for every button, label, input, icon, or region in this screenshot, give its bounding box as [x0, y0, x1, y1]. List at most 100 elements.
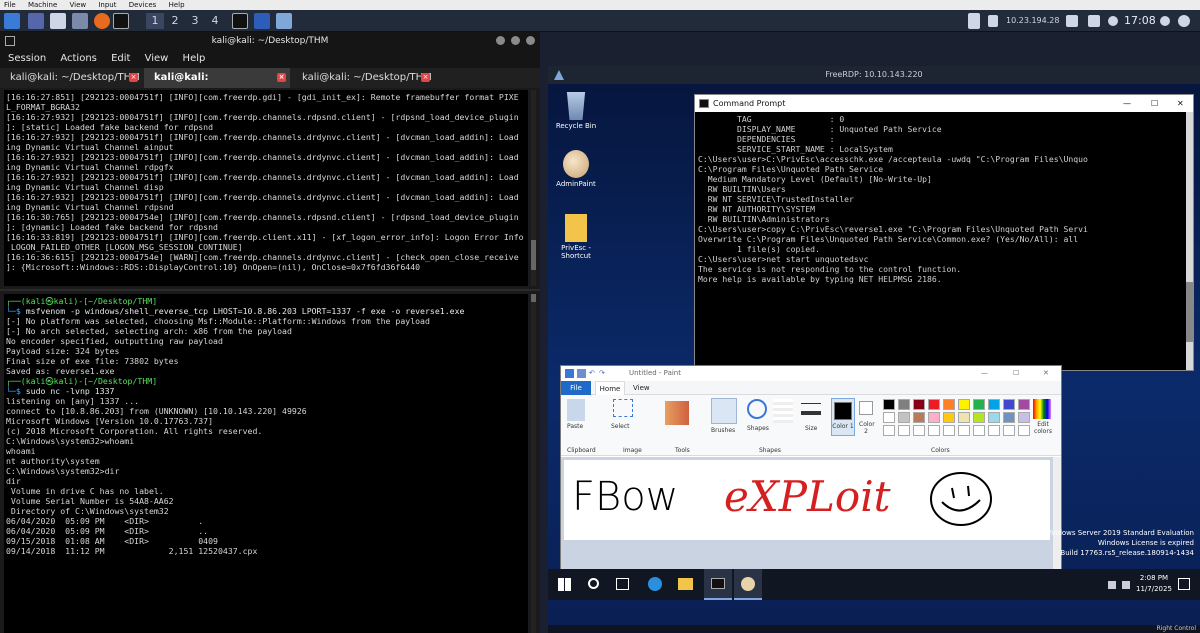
- menu-view[interactable]: View: [70, 1, 87, 9]
- shapes-gallery[interactable]: [773, 399, 793, 423]
- menu-help[interactable]: Help: [169, 1, 185, 9]
- menu-help[interactable]: Help: [183, 53, 206, 64]
- color-swatch[interactable]: [988, 425, 1000, 436]
- start-icon[interactable]: [558, 578, 571, 591]
- shapes-icon[interactable]: [747, 399, 767, 419]
- color-swatch[interactable]: [1003, 399, 1015, 410]
- shapes-button[interactable]: Shapes: [747, 425, 769, 432]
- color-swatch[interactable]: [943, 399, 955, 410]
- edge-icon[interactable]: [648, 577, 662, 591]
- paste-icon[interactable]: [567, 399, 585, 421]
- color-swatch[interactable]: [928, 412, 940, 423]
- workspace-1[interactable]: 1: [146, 13, 164, 29]
- color-swatch[interactable]: [883, 425, 895, 436]
- color-swatch[interactable]: [928, 425, 940, 436]
- maximize-button[interactable]: ☐: [1013, 366, 1019, 381]
- scrollbar[interactable]: [531, 90, 536, 286]
- task-terminal-icon[interactable]: [232, 13, 248, 29]
- color-swatch[interactable]: [883, 412, 895, 423]
- color-swatch[interactable]: [958, 399, 970, 410]
- workspace-2[interactable]: 2: [166, 13, 184, 29]
- edit-colors-button[interactable]: Edit colors: [1029, 421, 1057, 435]
- color1-button[interactable]: Color 1: [831, 398, 855, 436]
- pane-divider[interactable]: [0, 289, 540, 291]
- color-swatch[interactable]: [898, 425, 910, 436]
- tab-2[interactable]: kali@kali: ~/Desktop/THM×: [144, 68, 290, 103]
- text-editor-icon[interactable]: [72, 13, 88, 29]
- scrollbar[interactable]: [531, 294, 536, 633]
- close-button[interactable]: ✕: [1043, 366, 1049, 381]
- desktop-icon-recycle-bin[interactable]: Recycle Bin: [548, 92, 604, 130]
- minimize-button[interactable]: —: [981, 366, 988, 381]
- menu-actions[interactable]: Actions: [60, 53, 97, 64]
- file-manager-icon[interactable]: [50, 13, 66, 29]
- workspace-3[interactable]: 3: [186, 13, 204, 29]
- workspace-4[interactable]: 4: [206, 13, 224, 29]
- power-icon[interactable]: [1178, 15, 1190, 27]
- firefox-icon[interactable]: [94, 13, 110, 29]
- size-button[interactable]: Size: [805, 425, 817, 432]
- paste-button[interactable]: Paste: [567, 423, 583, 430]
- menu-view[interactable]: View: [145, 53, 169, 64]
- color-swatch[interactable]: [913, 399, 925, 410]
- tab-3[interactable]: kali@kali: ~/Desktop/THM ×: [292, 68, 434, 88]
- close-icon[interactable]: ×: [421, 73, 430, 82]
- color-swatch[interactable]: [973, 399, 985, 410]
- taskbar-clock[interactable]: 2:08 PM 11/7/2025: [1136, 573, 1172, 595]
- redo-icon[interactable]: ↷: [599, 366, 605, 381]
- network-icon[interactable]: [1122, 581, 1130, 589]
- minimize-button[interactable]: —: [1123, 95, 1131, 112]
- color-swatch[interactable]: [1003, 412, 1015, 423]
- color-swatch[interactable]: [988, 412, 1000, 423]
- terminal-pane-top[interactable]: [16:16:27:851] [292123:0004751f] [INFO][…: [4, 90, 528, 286]
- color-swatch[interactable]: [958, 412, 970, 423]
- menu-machine[interactable]: Machine: [28, 1, 57, 9]
- brushes-icon[interactable]: [711, 398, 737, 424]
- maximize-button[interactable]: ☐: [1151, 95, 1158, 112]
- color-swatch[interactable]: [898, 399, 910, 410]
- tools-icons[interactable]: [665, 401, 689, 425]
- select-icon[interactable]: [613, 399, 633, 417]
- lock-icon[interactable]: [988, 15, 998, 27]
- network-icon[interactable]: [1066, 15, 1078, 27]
- minimize-button[interactable]: [496, 36, 505, 45]
- close-icon[interactable]: ×: [129, 73, 138, 82]
- explorer-icon[interactable]: [678, 578, 693, 590]
- task-cmd[interactable]: [704, 569, 732, 600]
- task-view-icon[interactable]: [616, 578, 629, 590]
- tab-file[interactable]: File: [561, 381, 591, 395]
- desktop-icon-adminpaint[interactable]: AdminPaint: [548, 150, 604, 188]
- brushes-button[interactable]: Brushes: [711, 427, 735, 434]
- notification-icon[interactable]: [1178, 578, 1190, 590]
- save-icon[interactable]: [577, 369, 586, 378]
- maximize-button[interactable]: [511, 36, 520, 45]
- undo-icon[interactable]: ↶: [589, 366, 595, 381]
- color2-swatch[interactable]: [859, 401, 873, 415]
- terminal-icon[interactable]: [113, 13, 129, 29]
- menu-devices[interactable]: Devices: [129, 1, 157, 9]
- volume-icon[interactable]: [1088, 15, 1100, 27]
- display-icon[interactable]: [968, 13, 980, 29]
- canvas[interactable]: FBow eXPLoit: [564, 460, 1050, 540]
- tab-home[interactable]: Home: [595, 381, 625, 396]
- color-swatch[interactable]: [973, 425, 985, 436]
- color-swatch[interactable]: [1018, 399, 1030, 410]
- menu-edit[interactable]: Edit: [111, 53, 130, 64]
- scrollbar[interactable]: [1186, 112, 1193, 370]
- menu-file[interactable]: File: [4, 1, 16, 9]
- notification-icon[interactable]: [1108, 16, 1118, 26]
- close-button[interactable]: ✕: [1177, 95, 1184, 112]
- task-paint[interactable]: [734, 569, 762, 600]
- tab-1[interactable]: kali@kali: ~/Desktop/THM ×: [0, 68, 142, 88]
- kali-menu-icon[interactable]: [4, 13, 20, 29]
- task-folder-icon[interactable]: [254, 13, 270, 29]
- tab-view[interactable]: View: [633, 381, 650, 395]
- edit-colors-icon[interactable]: [1033, 399, 1051, 419]
- search-icon[interactable]: [588, 578, 599, 589]
- color-swatch[interactable]: [958, 425, 970, 436]
- color-swatch[interactable]: [988, 399, 1000, 410]
- desktop-icon[interactable]: [28, 13, 44, 29]
- close-button[interactable]: [526, 36, 535, 45]
- tray-icon[interactable]: [1108, 581, 1116, 589]
- menu-session[interactable]: Session: [8, 53, 46, 64]
